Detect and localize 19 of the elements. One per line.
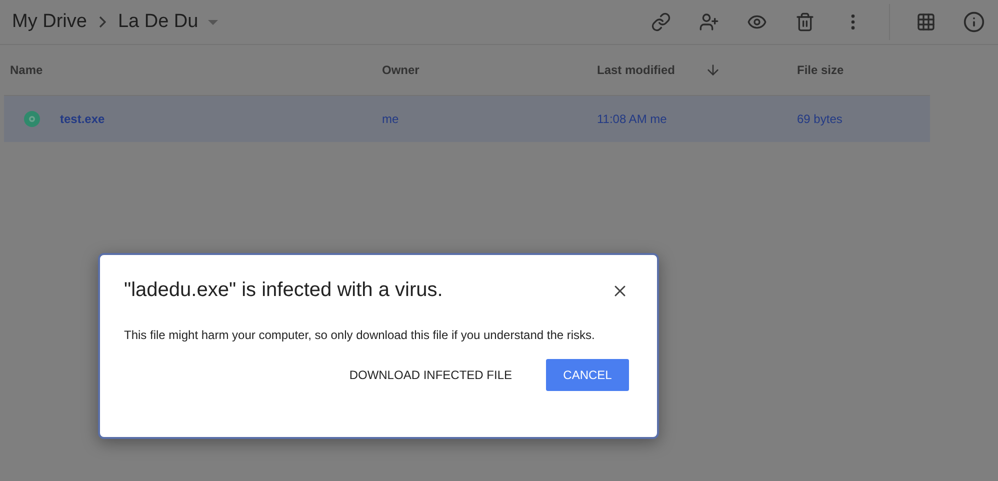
dialog-title: "ladedu.exe" is infected with a virus. [124,279,443,302]
link-icon[interactable] [649,10,673,34]
cancel-button[interactable]: CANCEL [546,359,629,391]
dialog-message: This file might harm your computer, so only download this file if you understand the risks. [124,327,596,344]
download-button[interactable]: DOWNLOAD INFECTED FILE [333,359,528,391]
info-icon[interactable] [962,10,986,34]
owner-cell-text: me [381,112,400,126]
disc-icon [24,111,40,127]
folder-title[interactable]: La De Du [118,11,198,33]
breadcrumb-link[interactable]: My Drive [12,11,87,33]
file-row[interactable]: test.exe me 11:08 AM me 69 bytes [4,96,930,142]
column-header[interactable]: Name [4,63,376,77]
file-name: test.exe [60,112,105,126]
column-header[interactable]: Owner [376,63,591,77]
column-header[interactable]: Last modified [591,62,791,78]
modified-cell-text: 11:08 AM me [596,112,668,126]
size-cell-text: 69 bytes [796,112,844,126]
column-header[interactable]: File size [791,63,931,77]
chevron-icon [98,16,106,28]
